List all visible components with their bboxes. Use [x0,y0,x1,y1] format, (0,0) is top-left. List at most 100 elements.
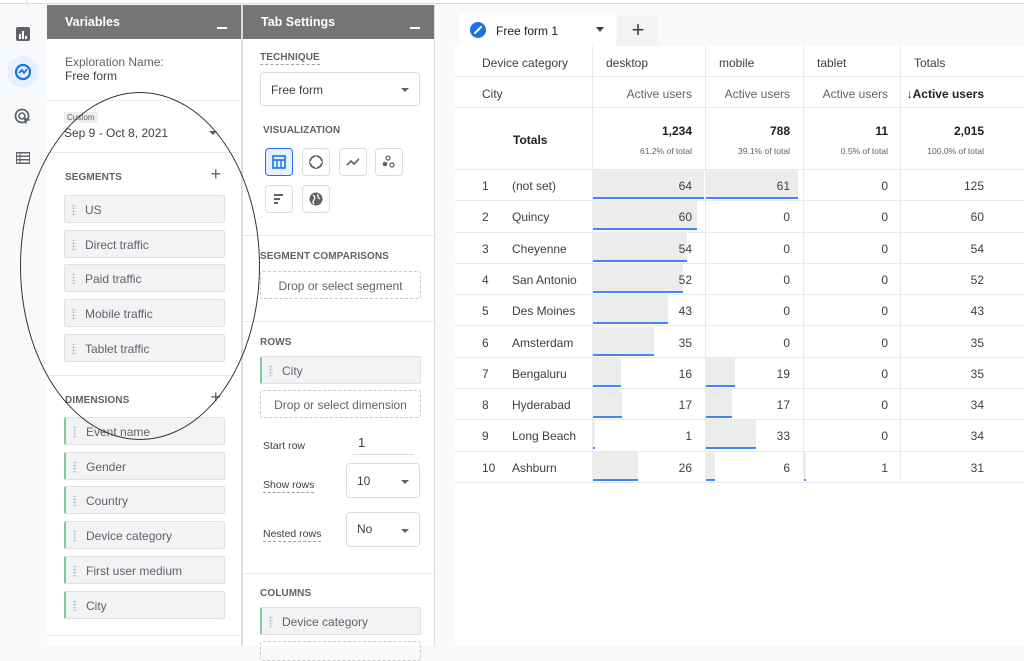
drag-handle-icon[interactable] [72,273,76,286]
city-cell[interactable]: Quincy [512,210,549,224]
tab-free-form-1[interactable]: Free form 1 [460,13,616,46]
mobile-value: 0 [783,335,790,350]
metric-header-desktop[interactable]: Active users [627,87,692,101]
table-row[interactable]: 4 San Antonio 52 0 0 52 [455,263,1024,296]
drag-handle-icon[interactable] [269,365,273,377]
start-row-input[interactable]: 1 [353,435,414,455]
configure-icon[interactable] [11,146,35,170]
drag-handle-icon[interactable] [73,460,77,473]
city-cell[interactable]: Ashburn [512,461,557,475]
drag-handle-icon[interactable] [72,308,76,321]
table-row[interactable]: 6 Amsterdam 35 0 0 35 [455,326,1024,358]
table-row[interactable]: 7 Bengaluru 16 19 0 35 [455,357,1024,390]
column-dimension-header[interactable]: Device category [482,56,568,70]
drag-handle-icon[interactable] [72,238,76,251]
metric-header-tablet[interactable]: Active users [823,87,888,101]
columns-section: COLUMNS Device category [243,574,434,661]
bar-chart-icon [274,194,283,204]
dimension-chip[interactable]: Gender [64,451,225,480]
city-cell[interactable]: Long Beach [512,429,576,443]
drag-handle-icon[interactable] [72,342,76,355]
drag-handle-icon[interactable] [72,204,76,216]
drag-handle-icon[interactable] [73,426,77,438]
tab-settings-panel: Tab Settings TECHNIQUE Free form VISUALI… [242,5,435,661]
dimension-chip-label: First user medium [86,563,183,578]
drag-handle-icon[interactable] [73,599,77,612]
dimension-chip[interactable]: First user medium [64,555,225,584]
column-drop-zone[interactable] [260,641,421,661]
viz-bar-button[interactable] [265,185,293,213]
city-cell[interactable]: Des Moines [512,304,575,318]
drag-handle-icon[interactable] [73,564,77,577]
explore-icon[interactable] [7,56,39,88]
desktop-bar [593,357,621,386]
nested-rows-select[interactable]: No [346,512,420,547]
dimension-chip[interactable]: Device category [64,521,225,550]
desktop-bar-line [593,228,698,231]
viz-donut-button[interactable] [302,148,330,176]
tab-dropdown-icon[interactable] [596,27,604,32]
dimension-chip[interactable]: Event name [64,417,225,445]
table-row[interactable]: 9 Long Beach 1 33 0 34 [455,420,1024,452]
viz-line-button[interactable] [339,148,367,176]
segment-chip-label: Tablet traffic [85,341,150,356]
total-value: 31 [970,460,984,475]
segment-chip[interactable]: US [64,195,225,223]
table-row[interactable]: 3 Cheyenne 54 0 0 54 [455,232,1024,264]
rows-chip-city[interactable]: City [260,356,421,384]
segment-drop-zone[interactable]: Drop or select segment [260,271,421,299]
city-cell[interactable]: San Antonio [512,273,577,287]
dimension-chip[interactable]: Country [64,486,225,515]
date-range-section[interactable]: Custom Sep 9 - Oct 8, 2021 [47,101,241,153]
viz-geo-button[interactable] [302,185,330,213]
city-cell[interactable]: (not set) [512,179,556,193]
date-range-value[interactable]: Sep 9 - Oct 8, 2021 [64,126,168,140]
row-dimension-header[interactable]: City [482,87,503,101]
dimensions-section: DIMENSIONS + Event name Gender Country Devi… [47,376,241,636]
add-tab-button[interactable]: + [617,16,659,46]
desktop-value: 64 [678,179,692,193]
date-custom-badge: Custom [64,112,98,123]
show-rows-select[interactable]: 10 [346,463,420,498]
tablet-value: 0 [881,366,888,381]
technique-caret-icon [401,88,409,92]
add-segment-button[interactable]: + [210,164,221,185]
dimension-chip[interactable]: City [64,590,225,619]
table-row[interactable]: 2 Quincy 60 0 0 60 [455,201,1024,233]
segment-chip[interactable]: Tablet traffic [64,333,225,362]
drag-handle-icon[interactable] [269,616,273,628]
table-row[interactable]: 1 (not set) 64 61 0 125 [455,170,1024,202]
row-index: 7 [482,366,489,381]
minimize-variables-button[interactable] [217,27,227,29]
metric-header-totals-sorted[interactable]: ↓Active users [907,87,984,101]
drag-handle-icon[interactable] [73,495,77,508]
table-row[interactable]: 8 Hyderabad 17 17 0 34 [455,389,1024,421]
city-cell[interactable]: Hyderabad [512,398,571,412]
reports-icon[interactable] [11,22,35,46]
date-dropdown-icon[interactable] [209,131,217,135]
columns-chip-device-category[interactable]: Device category [260,607,421,635]
city-cell[interactable]: Amsterdam [512,336,573,350]
viz-table-button[interactable] [265,148,293,176]
viz-scatter-button[interactable] [375,148,403,176]
city-cell[interactable]: Cheyenne [512,242,567,256]
mobile-bar [706,357,735,386]
table-row[interactable]: 10 Ashburn 26 6 1 31 [455,451,1024,483]
advertising-icon[interactable] [11,105,35,129]
dimension-drop-zone[interactable]: Drop or select dimension [260,390,421,418]
segment-chip[interactable]: Mobile traffic [64,299,225,328]
total-value: 54 [970,241,984,256]
minimize-tab-settings-button[interactable] [410,27,420,29]
add-dimension-button[interactable]: + [210,387,221,408]
column-header-desktop: desktop [606,56,649,70]
drag-handle-icon[interactable] [73,530,77,543]
table-row[interactable]: 5 Des Moines 43 0 0 43 [455,295,1024,327]
exploration-name-input[interactable]: Free form [65,69,117,83]
metric-header-mobile[interactable]: Active users [725,87,790,101]
tab-name: Free form 1 [496,24,559,38]
desktop-value: 17 [678,398,692,413]
city-cell[interactable]: Bengaluru [512,367,567,381]
segment-chip[interactable]: Direct traffic [64,229,225,258]
technique-select[interactable]: Free form [260,72,420,106]
segment-chip[interactable]: Paid traffic [64,264,225,293]
